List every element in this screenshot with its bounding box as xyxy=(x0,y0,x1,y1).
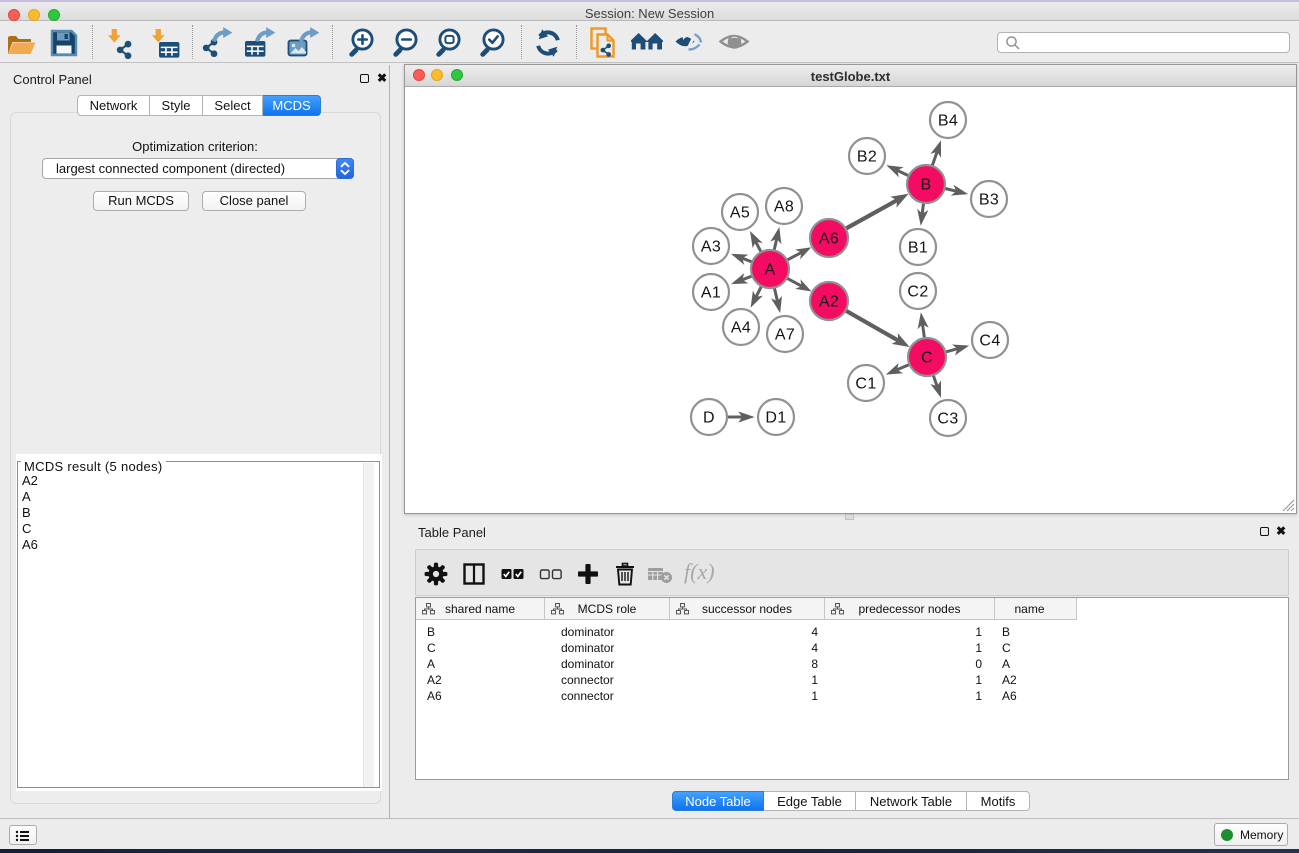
svg-text:A4: A4 xyxy=(731,320,751,337)
svg-text:A: A xyxy=(764,262,775,279)
svg-text:A8: A8 xyxy=(774,199,794,216)
svg-text:A7: A7 xyxy=(775,327,795,344)
svg-text:A3: A3 xyxy=(701,239,721,256)
svg-text:C2: C2 xyxy=(907,284,928,301)
svg-text:A1: A1 xyxy=(701,285,721,302)
svg-text:B4: B4 xyxy=(938,113,958,130)
svg-text:B3: B3 xyxy=(979,192,999,209)
svg-text:D1: D1 xyxy=(765,410,786,427)
svg-text:B: B xyxy=(920,177,931,194)
svg-text:A2: A2 xyxy=(819,294,839,311)
svg-text:B2: B2 xyxy=(857,149,877,166)
svg-text:C: C xyxy=(921,350,933,367)
svg-text:C3: C3 xyxy=(937,411,958,428)
svg-text:B1: B1 xyxy=(908,240,928,257)
svg-text:C4: C4 xyxy=(979,333,1000,350)
svg-text:A5: A5 xyxy=(730,205,750,222)
svg-text:D: D xyxy=(703,410,715,427)
svg-text:C1: C1 xyxy=(855,376,876,393)
svg-text:A6: A6 xyxy=(819,231,839,248)
